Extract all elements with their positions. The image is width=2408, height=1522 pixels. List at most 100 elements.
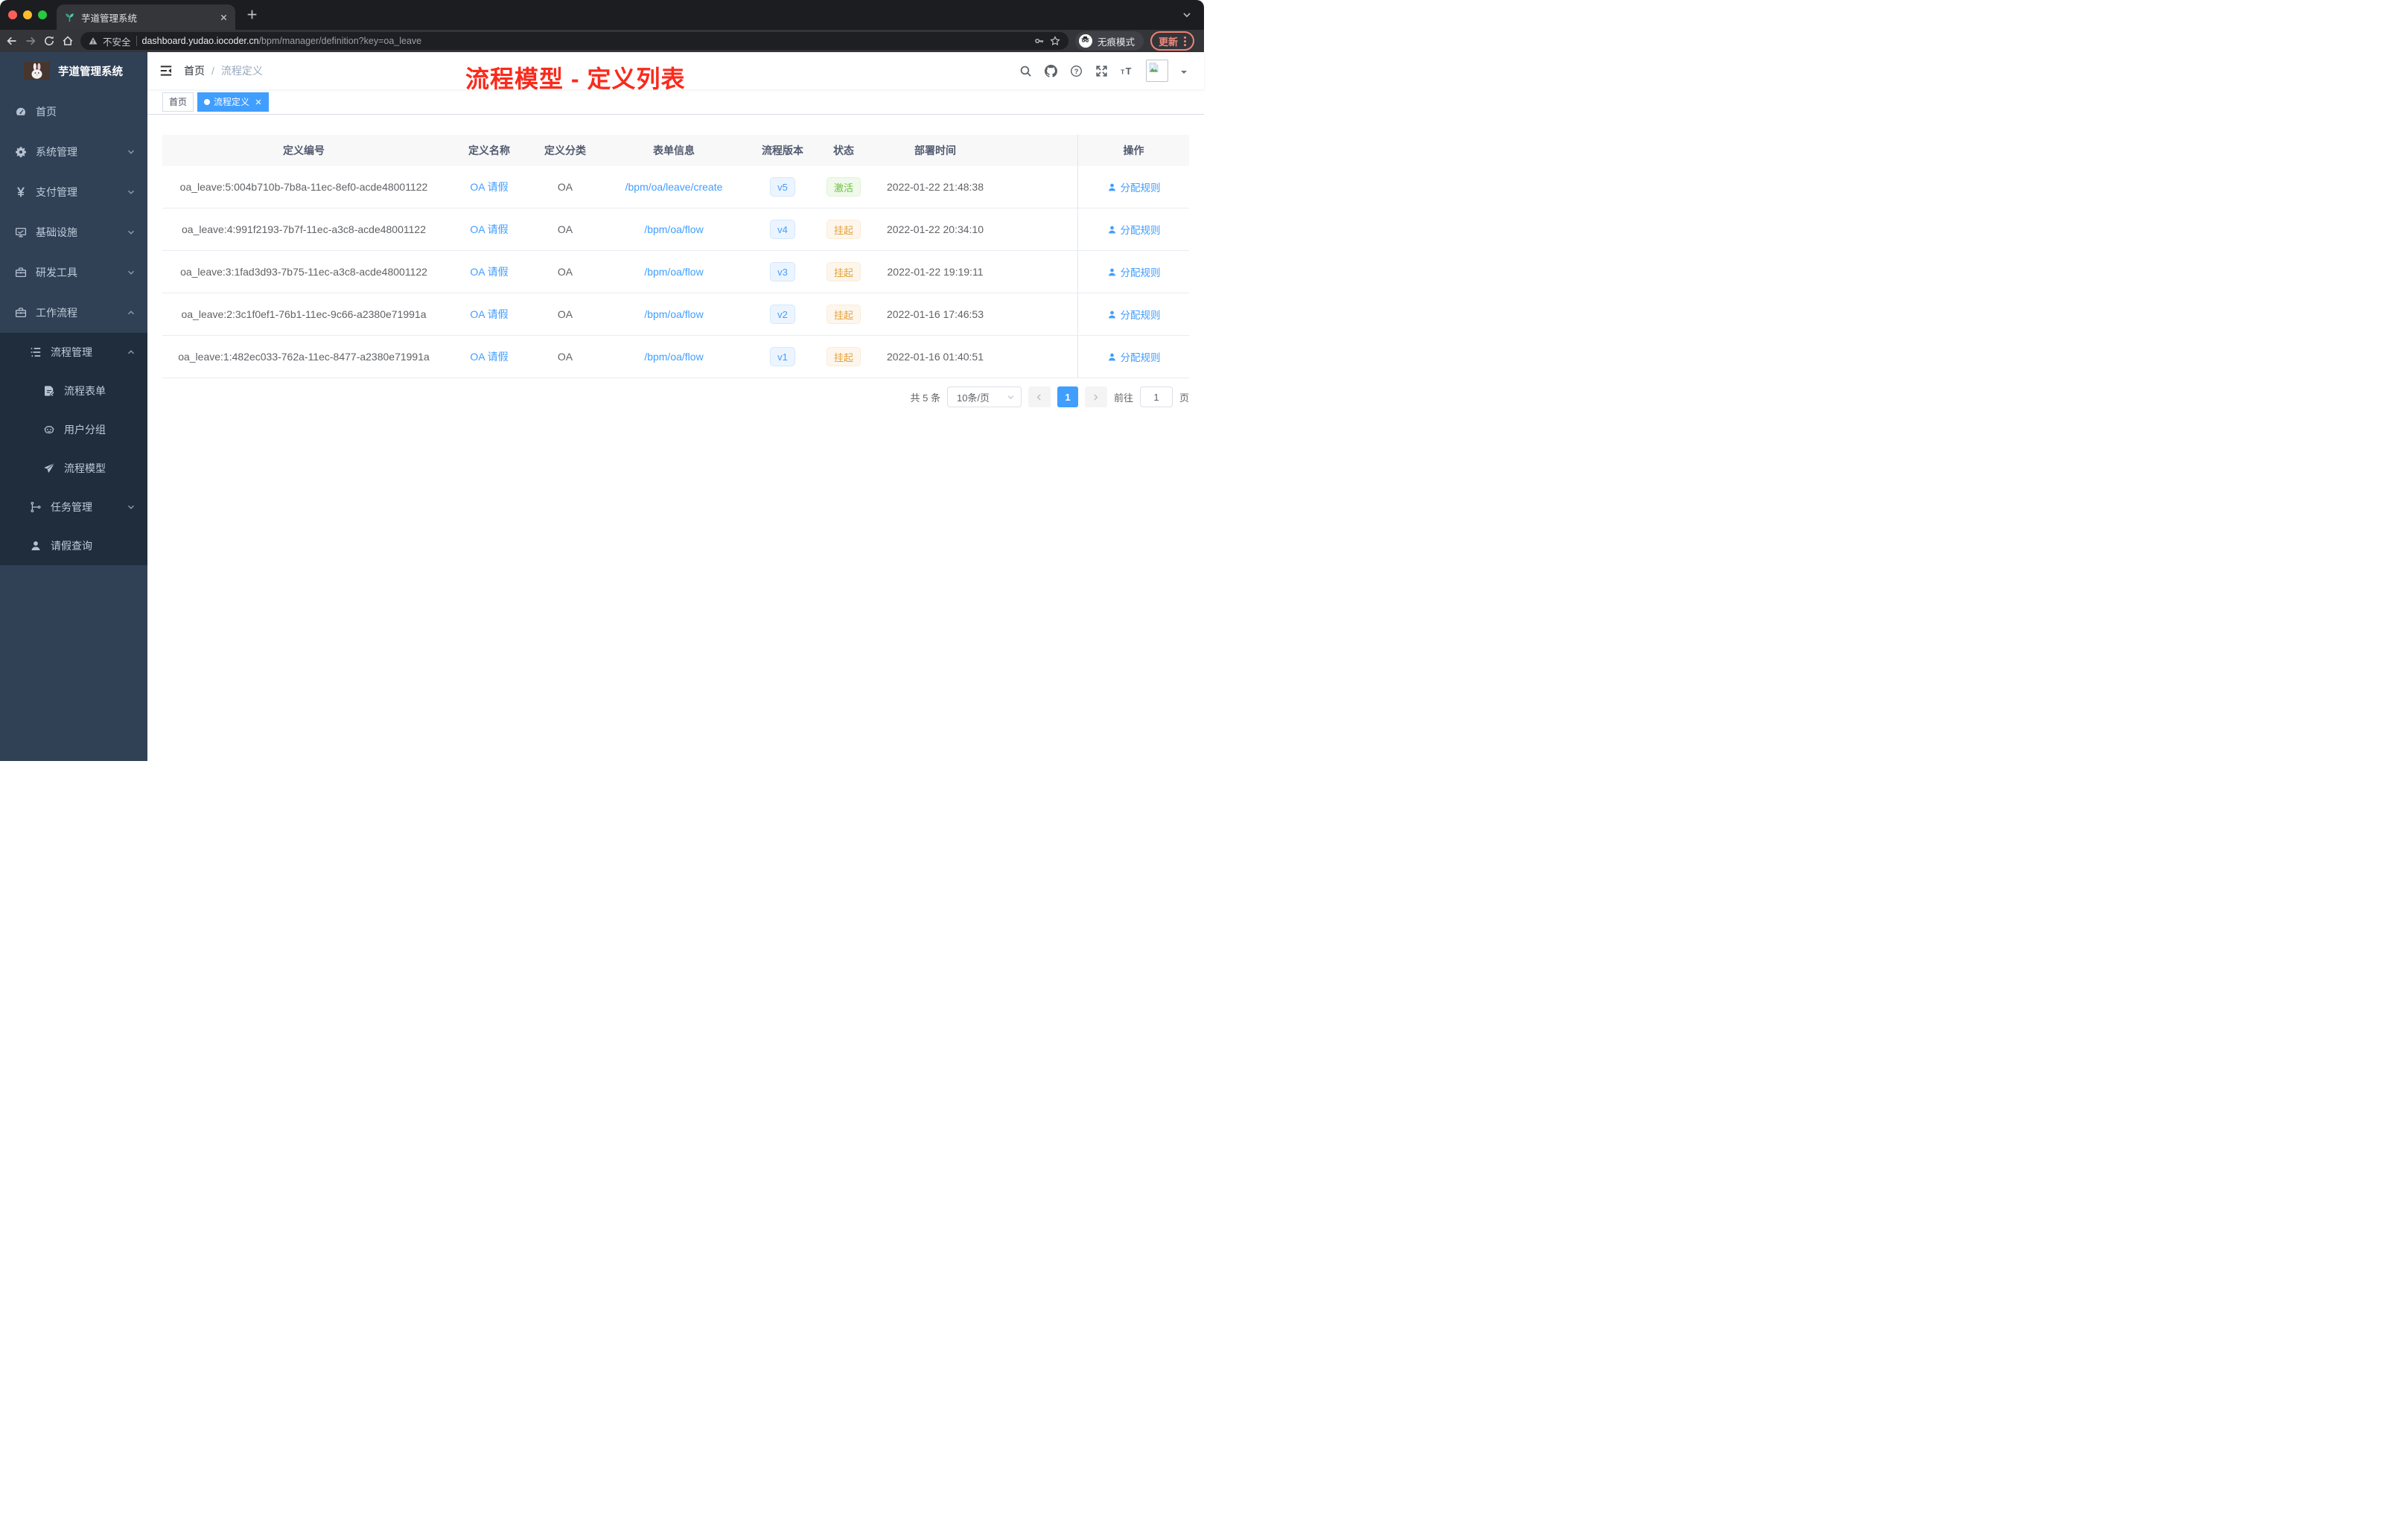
sidebar-item-process-model[interactable]: 流程模型 [0,449,147,488]
sidebar-item-process-form[interactable]: 流程表单 [0,372,147,410]
definition-category: OA [557,181,573,193]
user-icon [1107,225,1117,235]
column-header: 定义编号 [283,144,325,156]
user-icon [1107,182,1117,192]
search-icon[interactable] [1019,65,1032,77]
chevron-down-icon [127,147,136,156]
avatar[interactable] [1146,60,1168,82]
omnibox-divider [136,36,137,46]
back-button[interactable] [6,35,18,47]
column-header: 定义名称 [468,144,510,156]
current-page-button[interactable]: 1 [1057,386,1078,407]
sidebar-item-label: 研发工具 [36,267,77,278]
help-icon[interactable]: ? [1070,65,1083,77]
home-button[interactable] [62,35,74,47]
reload-button[interactable] [43,35,55,47]
new-tab-button[interactable] [246,8,258,21]
definition-name-link[interactable]: OA 请假 [470,307,508,322]
address-bar[interactable]: 不安全 dashboard.yudao.iocoder.cn/bpm/manag… [80,32,1068,50]
toolbox-icon [15,267,27,278]
browser-tab[interactable]: 芋道管理系统 [57,4,235,30]
page-content: 定义编号 定义名称 定义分类 表单信息 流程版本 状态 部署时间 操作 oa_leave:5:… [147,115,1204,407]
definition-name-link[interactable]: OA 请假 [470,179,508,194]
status-tag: 挂起 [826,220,861,239]
sidebar-item-label: 流程管理 [51,346,92,358]
definition-table: 定义编号 定义名称 定义分类 表单信息 流程版本 状态 部署时间 操作 oa_leave:5:… [162,135,1189,378]
sidebar-item-infra[interactable]: 基础设施 [0,212,147,252]
chevron-up-icon [127,308,136,317]
listtree-icon [30,346,42,358]
form-link[interactable]: /bpm/oa/flow [644,266,703,278]
status-tag: 挂起 [826,305,861,324]
prev-page-button[interactable] [1028,386,1051,407]
definition-name-link[interactable]: OA 请假 [470,264,508,279]
sidebar-item-task-mgmt[interactable]: 任务管理 [0,488,147,526]
sidebar-item-system[interactable]: 系统管理 [0,132,147,172]
tab-close-icon[interactable] [220,13,228,22]
send-icon [43,462,55,474]
sidebar-item-devtools[interactable]: 研发工具 [0,252,147,293]
sidebar-item-user-group[interactable]: 用户分组 [0,410,147,449]
definition-id: oa_leave:2:3c1f0ef1-76b1-11ec-9c66-a2380… [181,308,427,320]
sidebar-item-leave-query[interactable]: 请假查询 [0,526,147,565]
form-link[interactable]: /bpm/oa/flow [644,308,703,320]
minimize-window-button[interactable] [23,10,32,19]
logo-title: 芋道管理系统 [58,66,123,78]
maximize-window-button[interactable] [38,10,47,19]
status-tag: 挂起 [826,347,861,366]
user-menu-caret-icon[interactable] [1181,71,1187,77]
window-controls [8,10,47,19]
chevron-up-icon [127,348,136,357]
definition-name-link[interactable]: OA 请假 [470,222,508,237]
tag-home[interactable]: 首页 [162,92,194,112]
assign-rule-label: 分配规则 [1120,310,1161,321]
definition-id: oa_leave:3:1fad3d93-7b75-11ec-a3c8-acde4… [180,266,427,278]
sidebar-item-workflow[interactable]: 工作流程 [0,293,147,333]
sidebar-item-payment[interactable]: 支付管理 [0,172,147,212]
security-label[interactable]: 不安全 [103,34,131,48]
not-secure-icon[interactable] [89,36,98,45]
active-tag-dot [204,98,211,105]
browser-menu-icon[interactable] [1184,36,1186,46]
assign-rule-link[interactable]: 分配规则 [1107,307,1161,322]
assign-rule-link[interactable]: 分配规则 [1107,179,1161,194]
update-browser-button[interactable]: 更新 [1150,31,1194,51]
fullscreen-icon[interactable] [1095,65,1108,77]
form-link[interactable]: /bpm/oa/leave/create [625,181,723,193]
definition-category: OA [557,308,573,320]
sidebar-toggle-icon[interactable] [159,64,173,77]
form-link[interactable]: /bpm/oa/flow [644,351,703,363]
form-link[interactable]: /bpm/oa/flow [644,223,703,235]
assign-rule-link[interactable]: 分配规则 [1107,222,1161,237]
deploy-time: 2022-01-16 17:46:53 [887,308,984,320]
tag-home-label: 首页 [169,97,188,107]
page-unit-label: 页 [1179,392,1189,404]
sidebar: 芋道管理系统 首页 系统管理 支付管理 基础设施研发工具工作流程流程管理流程表单 用户分… [0,52,147,761]
page-size-select[interactable]: 10条/页 [946,386,1022,407]
definition-name-link[interactable]: OA 请假 [470,349,508,364]
password-key-icon[interactable] [1034,36,1045,46]
pagination-total: 共 5 条 [910,392,940,404]
yen-icon [15,186,27,198]
tag-close-icon[interactable] [255,98,262,106]
font-size-icon[interactable]: TT [1121,65,1133,77]
url-text[interactable]: dashboard.yudao.iocoder.cn/bpm/manager/d… [142,36,422,46]
url-path: /bpm/manager/definition?key=oa_leave [258,36,422,46]
goto-page-input[interactable] [1139,386,1173,407]
sidebar-item-process-mgmt[interactable]: 流程管理 [0,333,147,372]
sidebar-item-home[interactable]: 首页 [0,92,147,132]
forward-button[interactable] [25,35,36,47]
github-icon[interactable] [1045,64,1057,77]
incognito-icon [1078,34,1092,48]
bookmark-star-icon[interactable] [1050,36,1060,46]
tag-current[interactable]: 流程定义 [197,92,270,112]
next-page-button[interactable] [1084,386,1107,407]
close-window-button[interactable] [8,10,17,19]
sidebar-logo[interactable]: 芋道管理系统 [0,52,147,89]
assign-rule-label: 分配规则 [1120,182,1161,194]
assign-rule-link[interactable]: 分配规则 [1107,264,1161,279]
incognito-badge: 无痕模式 [1074,31,1144,51]
assign-rule-link[interactable]: 分配规则 [1107,349,1161,364]
breadcrumb-home[interactable]: 首页 [184,63,205,78]
tab-search-icon[interactable] [1182,10,1192,20]
